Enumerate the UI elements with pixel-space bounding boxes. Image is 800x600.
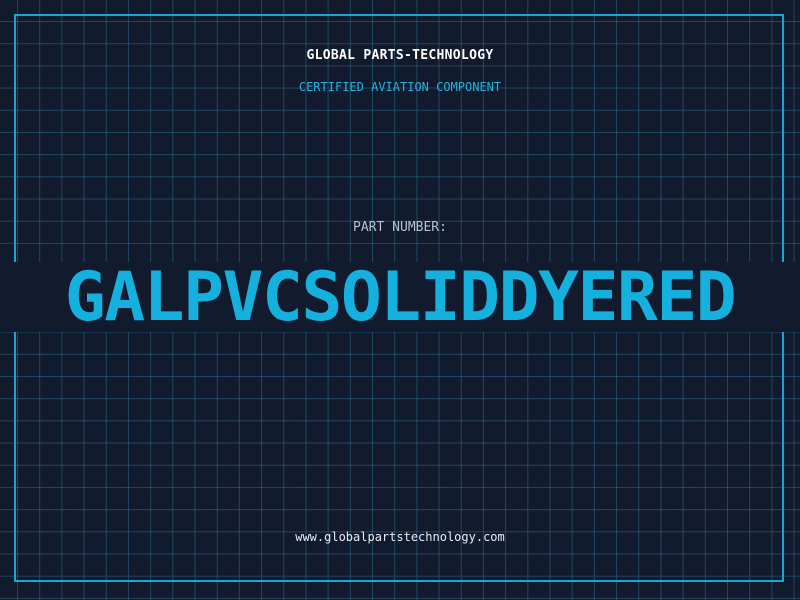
part-number-label: PART NUMBER:	[353, 220, 447, 235]
part-number-value: GALPVCSOLIDDYERED	[64, 258, 737, 337]
website-url[interactable]: www.globalpartstechnology.com	[0, 530, 800, 544]
certification-subtitle: CERTIFIED AVIATION COMPONENT	[298, 80, 502, 94]
certificate-page: GLOBAL PARTS-TECHNOLOGY CERTIFIED AVIATI…	[0, 0, 800, 600]
company-name: GLOBAL PARTS-TECHNOLOGY	[306, 48, 494, 63]
